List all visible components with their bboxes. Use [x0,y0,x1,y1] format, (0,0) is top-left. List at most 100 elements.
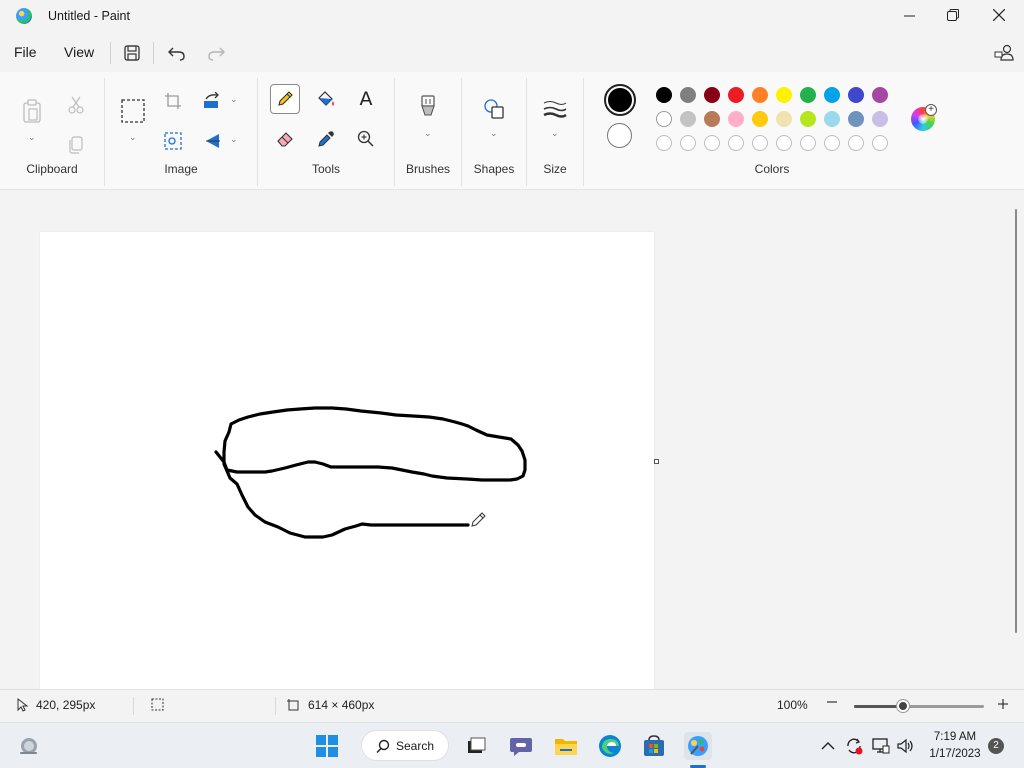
palette-swatch[interactable] [800,111,816,127]
zoom-slider-thumb[interactable] [897,700,910,712]
window-title: Untitled - Paint [48,9,130,23]
system-clock[interactable]: 7:19 AM 1/17/2023 [924,729,986,763]
palette-swatch[interactable] [728,111,744,127]
paste-dropdown-icon[interactable]: ⌄ [28,132,36,143]
select-button[interactable] [118,96,148,126]
palette-swatch[interactable] [776,111,792,127]
custom-color-slot[interactable] [728,135,744,151]
undo-button[interactable] [163,40,191,66]
palette-swatch[interactable] [704,87,720,103]
drawing-canvas[interactable] [40,232,654,689]
save-button[interactable] [118,40,146,66]
notification-badge[interactable]: 2 [988,738,1004,754]
size-dropdown-icon[interactable]: ⌄ [551,128,559,139]
flip-dropdown-icon[interactable]: ⌄ [230,134,238,145]
account-button[interactable] [990,40,1018,66]
minimize-button[interactable] [886,0,932,30]
resize-image-icon [164,132,182,150]
flip-button[interactable] [198,126,228,156]
rotate-button[interactable] [198,86,228,116]
menu-divider [110,42,111,64]
palette-swatch[interactable] [752,87,768,103]
brushes-button[interactable] [413,92,443,122]
custom-color-slot[interactable] [776,135,792,151]
zoom-slider[interactable] [854,700,984,712]
image-properties-button[interactable] [158,126,188,156]
eraser-tool[interactable] [270,124,300,154]
weather-widget[interactable] [14,732,42,760]
palette-swatch[interactable] [800,87,816,103]
pencil-tool[interactable] [270,84,300,114]
palette-swatch[interactable] [656,87,672,103]
zoom-in-button[interactable] [997,698,1009,710]
custom-color-slot[interactable] [680,135,696,151]
size-button[interactable] [540,94,570,124]
select-dropdown-icon[interactable]: ⌄ [129,132,137,143]
brushes-dropdown-icon[interactable]: ⌄ [424,128,432,139]
restore-icon [947,9,959,21]
custom-color-slot[interactable] [704,135,720,151]
palette-swatch[interactable] [824,111,840,127]
volume-button[interactable] [894,732,918,760]
vertical-scrollbar[interactable] [1015,209,1017,633]
copy-button[interactable] [61,130,91,160]
magnifier-tool[interactable] [351,124,381,154]
file-explorer-button[interactable] [552,732,580,760]
colors-group-label: Colors [754,162,790,176]
color-picker-tool[interactable] [311,124,341,154]
custom-color-slot[interactable] [752,135,768,151]
custom-color-slot[interactable] [848,135,864,151]
colors-group: Colors [584,78,960,186]
show-hidden-icons-button[interactable] [816,732,840,760]
palette-swatch[interactable] [704,111,720,127]
palette-swatch[interactable] [680,111,696,127]
palette-swatch[interactable] [680,87,696,103]
title-bar: Untitled - Paint [0,0,1024,32]
secondary-color-swatch[interactable] [607,123,632,148]
primary-color-swatch[interactable] [604,84,636,116]
fill-tool[interactable] [311,84,341,114]
shapes-button[interactable] [479,94,509,124]
menu-view[interactable]: View [56,38,102,66]
palette-swatch[interactable] [848,87,864,103]
palette-swatch[interactable] [848,111,864,127]
edge-browser-button[interactable] [596,732,624,760]
custom-color-slot[interactable] [656,135,672,151]
microsoft-store-button[interactable] [640,732,668,760]
zoom-out-button[interactable] [826,696,838,708]
palette-swatch[interactable] [656,111,672,127]
palette-swatch[interactable] [872,111,888,127]
zoom-level[interactable]: 100% [777,698,808,712]
task-view-button[interactable] [462,732,490,760]
palette-swatch[interactable] [824,87,840,103]
size-group-label: Size [543,162,567,176]
text-tool[interactable]: A [351,84,381,114]
taskbar-search[interactable]: Search [361,730,449,761]
custom-color-slot[interactable] [800,135,816,151]
sync-status-icon-button[interactable] [842,732,866,760]
menu-file[interactable]: File [6,38,45,66]
paint-taskbar-button[interactable] [684,732,712,760]
palette-swatch[interactable] [752,111,768,127]
rotate-dropdown-icon[interactable]: ⌄ [230,94,238,105]
network-button[interactable] [869,732,893,760]
paste-button[interactable] [17,96,47,126]
custom-color-slot[interactable] [872,135,888,151]
cut-button[interactable] [61,90,91,120]
redo-button[interactable] [202,40,230,66]
maximize-button[interactable] [930,0,976,30]
palette-swatch[interactable] [728,87,744,103]
teams-chat-button[interactable] [507,732,535,760]
palette-swatch[interactable] [776,87,792,103]
line-size-icon [543,101,567,118]
crop-button[interactable] [158,86,188,116]
start-button[interactable] [313,732,341,760]
close-button[interactable] [976,0,1022,30]
ribbon-toolbar: ⌄ Clipboard ⌄ ⌄ ⌄ Image A Tools ⌄ Brushe… [0,72,1024,190]
shapes-dropdown-icon[interactable]: ⌄ [490,128,498,139]
palette-swatch[interactable] [872,87,888,103]
cursor-position-text: 420, 295px [36,698,96,712]
canvas-resize-handle[interactable] [654,459,659,464]
image-group-label: Image [164,162,198,176]
custom-color-slot[interactable] [824,135,840,151]
